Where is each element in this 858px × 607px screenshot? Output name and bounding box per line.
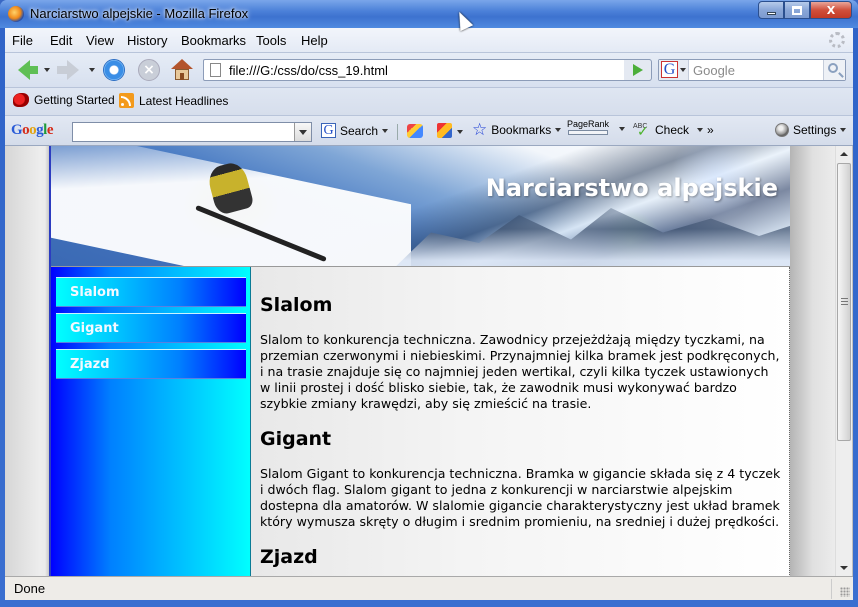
section-heading-slalom: Slalom	[260, 294, 333, 316]
chevron-down-icon	[840, 128, 847, 132]
settings-icon	[775, 123, 789, 137]
back-history-dropdown[interactable]	[44, 68, 50, 72]
main-content: Slalom Slalom to konkurencja techniczna.…	[251, 267, 790, 576]
sidebar-nav: Slalom Gigant Zjazd	[51, 267, 251, 576]
menu-help[interactable]: Help	[301, 33, 328, 48]
forward-icon	[57, 60, 79, 80]
chevron-down-icon	[619, 127, 626, 131]
search-input[interactable]: Google	[693, 63, 735, 78]
section-text-gigant: Slalom Gigant to konkurencja techniczna.…	[260, 466, 781, 529]
google-toolbar: Google G Search ☆ Bookmarks PageRank ABC…	[5, 116, 853, 146]
page-icon	[210, 63, 221, 77]
menu-edit[interactable]: Edit	[50, 33, 72, 48]
google-search-input[interactable]	[72, 122, 312, 142]
settings-button[interactable]: Settings	[775, 123, 847, 137]
title-bar[interactable]: Narciarstwo alpejskie - Mozilla Firefox …	[0, 0, 858, 28]
url-bar[interactable]: file:///G:/css/do/css_19.html	[203, 59, 651, 81]
url-input[interactable]: file:///G:/css/do/css_19.html	[229, 63, 388, 78]
stop-icon: ×	[138, 59, 160, 81]
throbber-icon	[829, 32, 845, 48]
status-text: Done	[14, 581, 46, 596]
bookmark-getting-started[interactable]: Getting Started	[13, 93, 115, 107]
toolbar-buttons-icon[interactable]	[437, 123, 452, 138]
home-button[interactable]	[169, 58, 195, 82]
menu-view[interactable]: View	[86, 33, 114, 48]
vertical-scrollbar[interactable]	[835, 146, 852, 576]
star-icon: ☆	[472, 120, 488, 139]
status-bar: Done	[5, 576, 853, 600]
menu-history[interactable]: History	[127, 33, 167, 48]
google-search-button[interactable]: G Search	[321, 123, 389, 138]
mountains-image	[391, 208, 790, 266]
pagerank-indicator[interactable]: PageRank	[567, 119, 626, 135]
toolbar-separator	[397, 124, 398, 140]
google-search-dropdown[interactable]	[294, 123, 311, 141]
browser-window: Narciarstwo alpejskie - Mozilla Firefox …	[0, 0, 858, 607]
spellcheck-button[interactable]: ABC Check »	[633, 123, 714, 140]
close-icon: X	[826, 3, 836, 17]
search-engine-selector[interactable]: G	[659, 60, 689, 80]
google-logo[interactable]: Google	[11, 122, 54, 139]
page-container: Narciarstwo alpejskie Slalom Gigant Zjaz…	[49, 146, 790, 576]
menu-file[interactable]: File	[12, 33, 33, 48]
getting-started-icon	[13, 93, 29, 107]
minimize-icon	[766, 11, 776, 15]
nav-link-zjazd[interactable]: Zjazd	[56, 349, 246, 379]
google-engine-icon: G	[661, 61, 678, 78]
site-title: Narciarstwo alpejskie	[485, 174, 778, 202]
navigation-toolbar: × file:///G:/css/do/css_19.html G Google	[5, 53, 853, 88]
close-button[interactable]: X	[810, 1, 852, 19]
section-heading-zjazd: Zjazd	[260, 546, 318, 568]
resize-grip-icon[interactable]	[840, 587, 850, 597]
back-button[interactable]	[11, 58, 38, 82]
chevron-down-icon	[382, 128, 389, 133]
menu-bookmarks[interactable]: Bookmarks	[181, 33, 246, 48]
browser-chrome: File Edit View History Bookmarks Tools H…	[5, 28, 853, 146]
section-heading-gigant: Gigant	[260, 428, 332, 450]
more-tools-button[interactable]: »	[707, 123, 714, 137]
bookmarks-toolbar: Getting Started Latest Headlines	[5, 88, 853, 116]
scroll-thumb[interactable]	[837, 163, 851, 441]
nav-link-slalom[interactable]: Slalom	[56, 277, 246, 307]
section-text-slalom: Slalom to konkurencja techniczna. Zawodn…	[260, 332, 780, 411]
home-icon	[171, 59, 193, 81]
bookmark-latest-headlines[interactable]: Latest Headlines	[119, 93, 228, 108]
reload-button[interactable]	[101, 58, 127, 82]
news-icon[interactable]	[407, 124, 423, 138]
maximize-button[interactable]	[784, 1, 810, 19]
menu-bar: File Edit View History Bookmarks Tools H…	[5, 28, 853, 53]
stop-button[interactable]: ×	[136, 58, 162, 82]
search-go-button[interactable]	[823, 60, 845, 80]
grip-icon	[841, 298, 848, 305]
minimize-button[interactable]	[758, 1, 784, 19]
maximize-icon	[792, 5, 802, 15]
rss-icon	[119, 93, 134, 108]
spellcheck-icon: ABC	[633, 123, 651, 140]
chevron-down-icon	[555, 128, 562, 132]
bookmark-label: Getting Started	[34, 93, 115, 107]
forward-history-dropdown[interactable]	[89, 68, 95, 72]
pagerank-bar	[568, 130, 609, 135]
page-viewport: Narciarstwo alpejskie Slalom Gigant Zjaz…	[5, 146, 853, 576]
scroll-up-button[interactable]	[836, 146, 852, 162]
chevron-down-icon[interactable]	[457, 130, 463, 134]
bookmark-label: Latest Headlines	[139, 93, 229, 108]
window-title: Narciarstwo alpejskie - Mozilla Firefox	[30, 6, 249, 21]
search-icon	[828, 63, 838, 73]
search-bar[interactable]: G Google	[658, 59, 846, 81]
firefox-icon	[8, 6, 24, 22]
forward-button[interactable]	[55, 58, 81, 82]
google-g-icon: G	[321, 123, 336, 138]
menu-tools[interactable]: Tools	[256, 33, 286, 48]
chevron-down-icon	[697, 128, 704, 132]
reload-icon	[103, 59, 125, 81]
chevron-down-icon	[680, 68, 686, 72]
nav-link-gigant[interactable]: Gigant	[56, 313, 246, 343]
back-icon	[18, 60, 38, 80]
scroll-down-button[interactable]	[836, 560, 852, 576]
page-header-banner: Narciarstwo alpejskie	[51, 146, 790, 267]
google-bookmarks-button[interactable]: ☆ Bookmarks	[472, 120, 562, 139]
go-button[interactable]	[624, 59, 652, 81]
